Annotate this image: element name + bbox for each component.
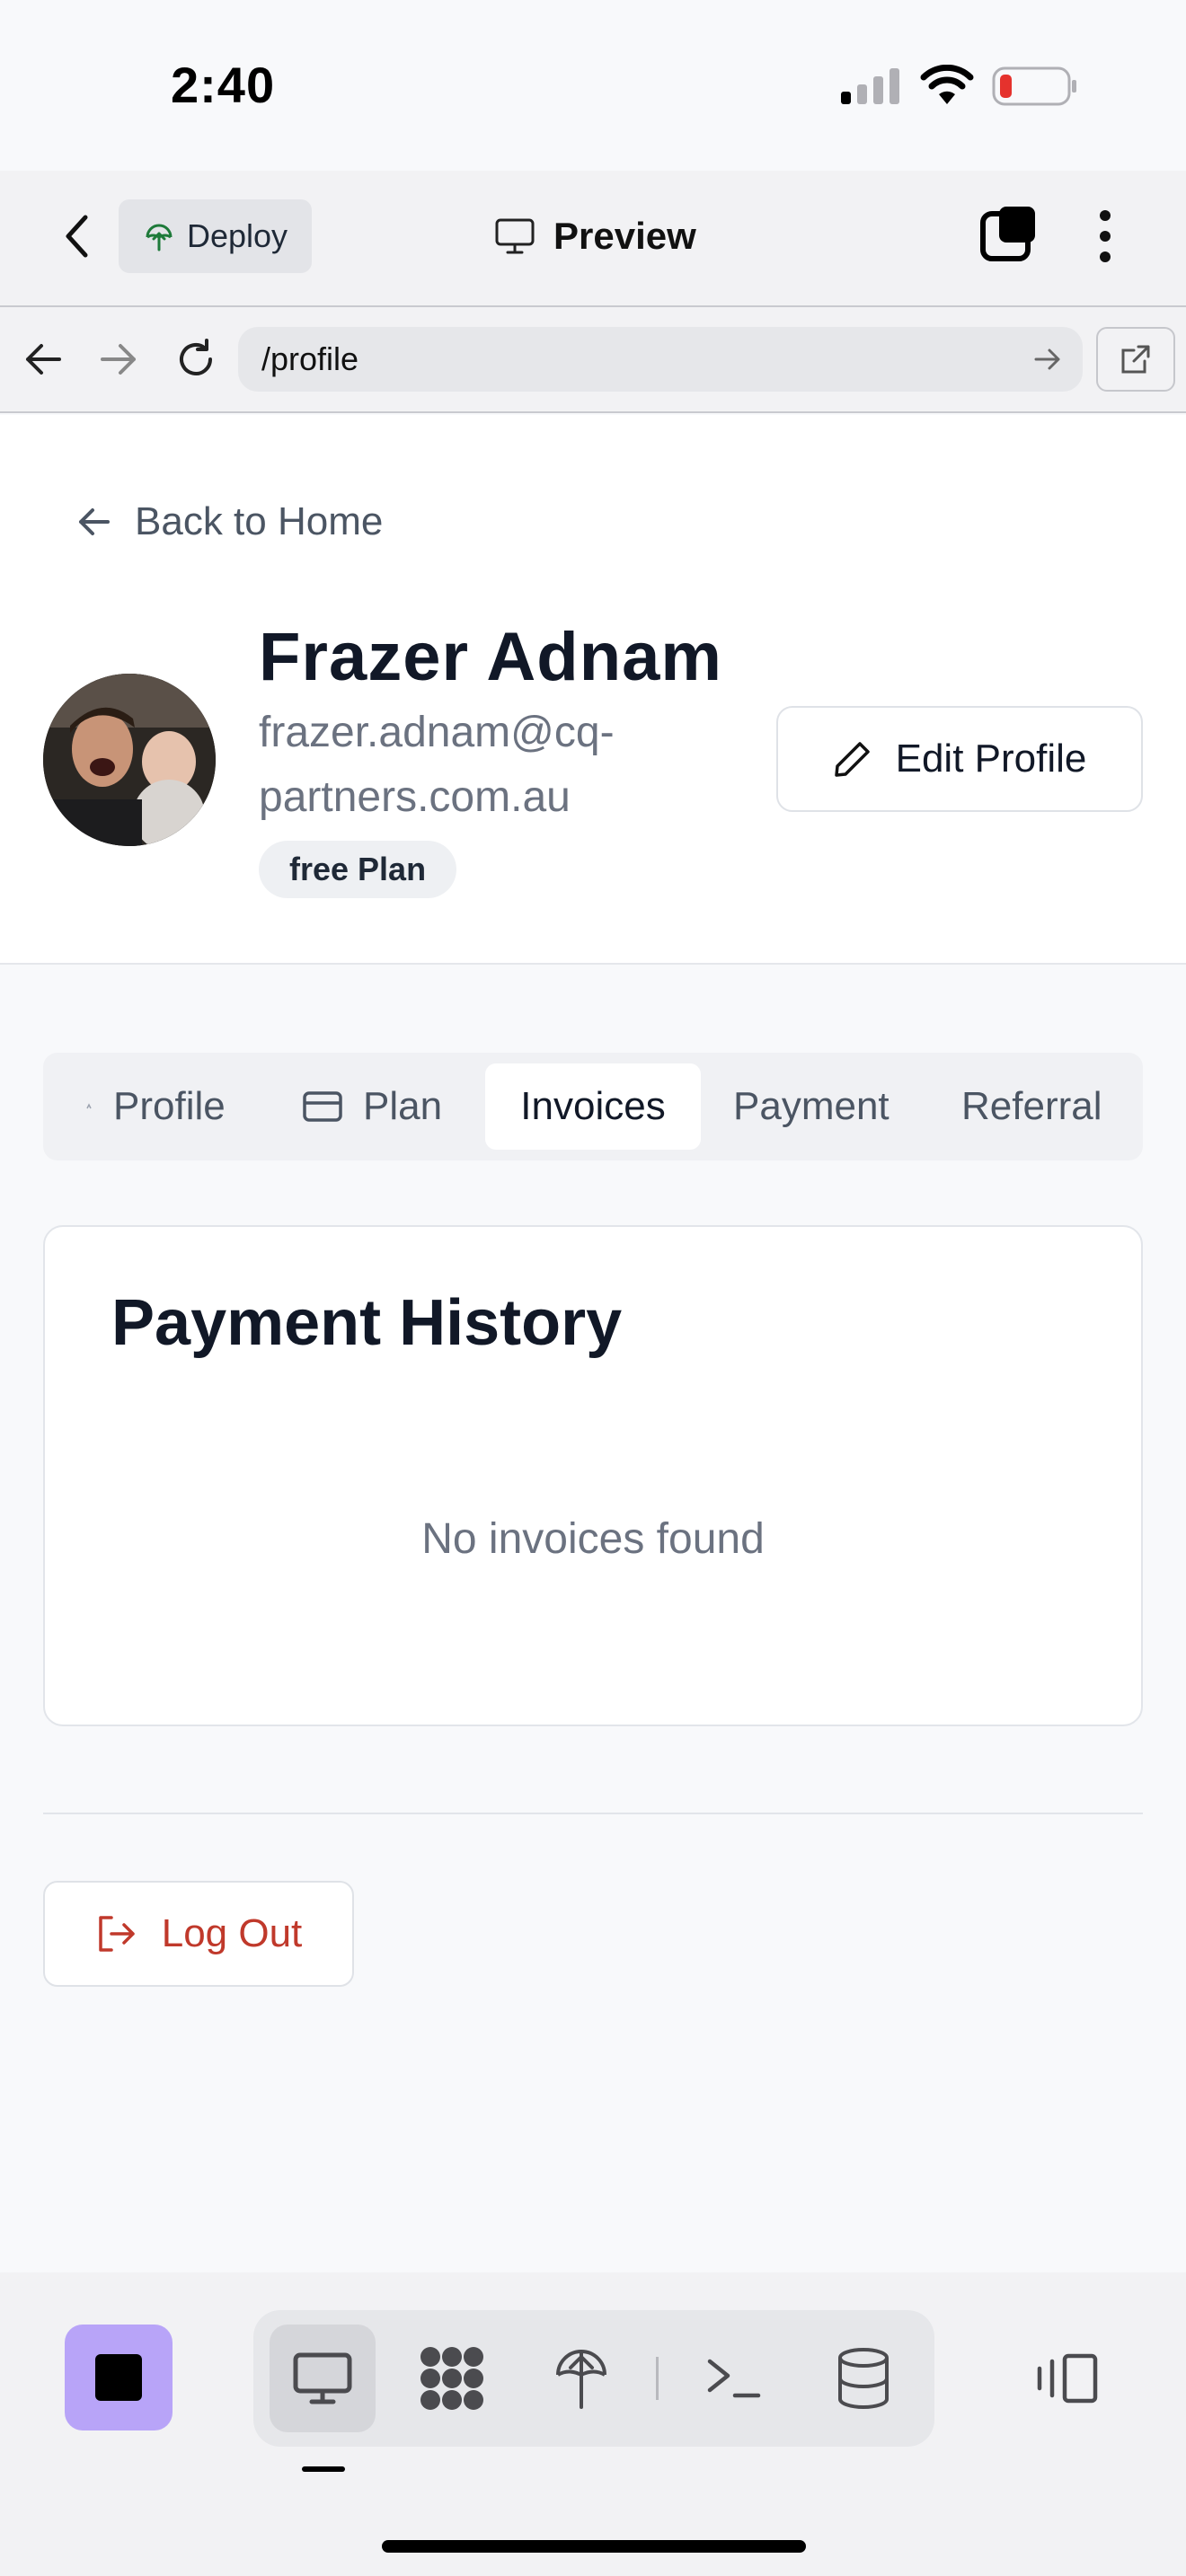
tool-terminal[interactable] bbox=[681, 2325, 787, 2432]
edit-profile-label: Edit Profile bbox=[895, 737, 1087, 781]
pencil-icon bbox=[834, 742, 870, 777]
tab-referral[interactable]: Referral bbox=[961, 1063, 1102, 1150]
tab-payment[interactable]: Payment bbox=[733, 1063, 890, 1150]
go-button[interactable] bbox=[1033, 347, 1062, 372]
tab-plan[interactable]: Plan bbox=[302, 1063, 442, 1150]
status-time: 2:40 bbox=[171, 57, 276, 113]
back-to-home-label: Back to Home bbox=[135, 499, 384, 543]
deploy-button[interactable]: Deploy bbox=[119, 199, 312, 273]
external-link-icon bbox=[1121, 345, 1150, 374]
edit-profile-button[interactable]: Edit Profile bbox=[776, 706, 1143, 812]
tool-deploy[interactable] bbox=[528, 2325, 634, 2432]
logout-icon bbox=[98, 1916, 135, 1952]
tab-label: Profile bbox=[113, 1084, 226, 1128]
tool-database[interactable] bbox=[810, 2325, 916, 2432]
tab-label: Invoices bbox=[520, 1084, 666, 1128]
tool-apps[interactable] bbox=[399, 2325, 505, 2432]
deploy-icon bbox=[146, 224, 173, 251]
tool-preview[interactable] bbox=[270, 2325, 376, 2432]
arrow-left-icon bbox=[79, 508, 110, 535]
browser-forward-button[interactable] bbox=[99, 341, 138, 377]
chevron-left-icon bbox=[66, 215, 88, 258]
deploy-label: Deploy bbox=[187, 217, 288, 254]
signal-icon bbox=[841, 68, 902, 104]
tool-separator bbox=[656, 2357, 659, 2400]
arrow-right-icon bbox=[101, 344, 136, 375]
back-to-home-link[interactable]: Back to Home bbox=[77, 499, 383, 544]
tab-label: Referral bbox=[961, 1084, 1102, 1128]
credit-card-icon bbox=[303, 1091, 342, 1122]
open-external-button[interactable] bbox=[1096, 327, 1175, 392]
tabs-icon bbox=[980, 207, 1035, 261]
plan-badge: free Plan bbox=[259, 841, 457, 898]
deploy-icon bbox=[556, 2350, 606, 2409]
stop-icon bbox=[95, 2354, 142, 2401]
tab-profile[interactable]: Profile bbox=[84, 1063, 226, 1150]
wifi-icon bbox=[920, 65, 974, 104]
monitor-icon bbox=[293, 2352, 352, 2404]
active-tool-indicator bbox=[302, 2466, 345, 2472]
panel-toggle-button[interactable] bbox=[1013, 2325, 1120, 2432]
url-text: /profile bbox=[261, 340, 359, 377]
stop-button[interactable] bbox=[65, 2325, 173, 2430]
refresh-button[interactable] bbox=[174, 338, 217, 381]
more-button[interactable] bbox=[1087, 208, 1123, 264]
terminal-icon bbox=[707, 2359, 761, 2398]
avatar bbox=[43, 674, 216, 846]
divider bbox=[43, 1813, 1143, 1814]
tabs-button[interactable] bbox=[979, 205, 1042, 268]
preview-title: Preview bbox=[494, 205, 696, 268]
panel-toggle-icon bbox=[1037, 2353, 1098, 2404]
logout-button[interactable]: Log Out bbox=[43, 1881, 354, 1987]
arrow-left-icon bbox=[26, 344, 61, 375]
card-title: Payment History bbox=[111, 1287, 623, 1359]
apps-grid-icon bbox=[420, 2347, 483, 2410]
home-indicator bbox=[382, 2540, 806, 2553]
more-vertical-icon bbox=[1100, 210, 1111, 262]
preview-label: Preview bbox=[553, 215, 696, 257]
monitor-icon bbox=[495, 218, 535, 254]
user-name: Frazer Adnam bbox=[259, 619, 722, 695]
battery-low-icon bbox=[992, 66, 1078, 106]
user-icon bbox=[86, 1103, 92, 1109]
user-email: frazer.adnam@cq-partners.com.au bbox=[259, 709, 615, 821]
empty-state-message: No invoices found bbox=[421, 1515, 765, 1563]
url-field[interactable]: /profile bbox=[238, 327, 1083, 392]
back-button[interactable] bbox=[54, 207, 99, 266]
tab-invoices[interactable]: Invoices bbox=[485, 1063, 701, 1150]
tab-label: Plan bbox=[363, 1084, 443, 1128]
refresh-icon bbox=[180, 339, 212, 375]
tab-label: Payment bbox=[733, 1084, 890, 1128]
browser-back-button[interactable] bbox=[23, 341, 63, 377]
database-icon bbox=[838, 2348, 889, 2409]
go-arrow-icon bbox=[1034, 348, 1060, 370]
logout-label: Log Out bbox=[161, 1911, 303, 1955]
